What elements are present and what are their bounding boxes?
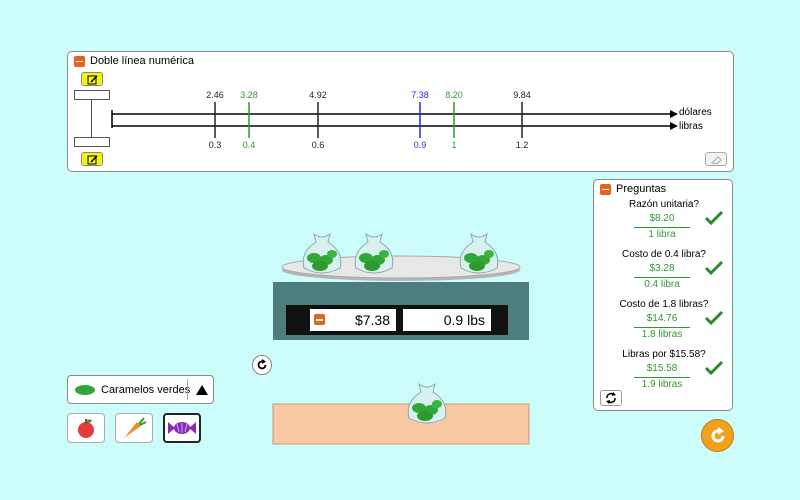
candy-bag[interactable] — [352, 228, 396, 276]
candy-bag[interactable] — [300, 228, 344, 276]
apple-tile[interactable] — [67, 413, 105, 443]
item-selector[interactable]: Caramelos verdes — [67, 375, 214, 404]
reset-all-icon — [711, 426, 724, 442]
carrot-icon — [124, 417, 147, 438]
reset-icon — [257, 359, 267, 370]
reset-scale-button[interactable] — [252, 355, 272, 375]
weight-readout: 0.9 lbs — [403, 309, 491, 331]
price-readout: $7.38 — [310, 309, 396, 331]
wrapped-candy-icon — [168, 422, 196, 434]
collapse-price-icon[interactable] — [314, 314, 325, 325]
selector-label: Caramelos verdes — [101, 383, 191, 396]
candy-bag[interactable] — [457, 228, 501, 276]
carrot-tile[interactable] — [115, 413, 153, 443]
candy-bag[interactable] — [405, 378, 449, 426]
candy-tile[interactable] — [163, 413, 201, 443]
reset-all-button[interactable] — [701, 419, 734, 452]
green-candy-icon — [75, 384, 95, 395]
weight-value: 0.9 lbs — [443, 312, 485, 328]
triangle-up-icon — [196, 385, 208, 395]
price-value: $7.38 — [354, 312, 390, 328]
selector-divider — [187, 379, 188, 400]
apple-icon — [78, 419, 94, 438]
